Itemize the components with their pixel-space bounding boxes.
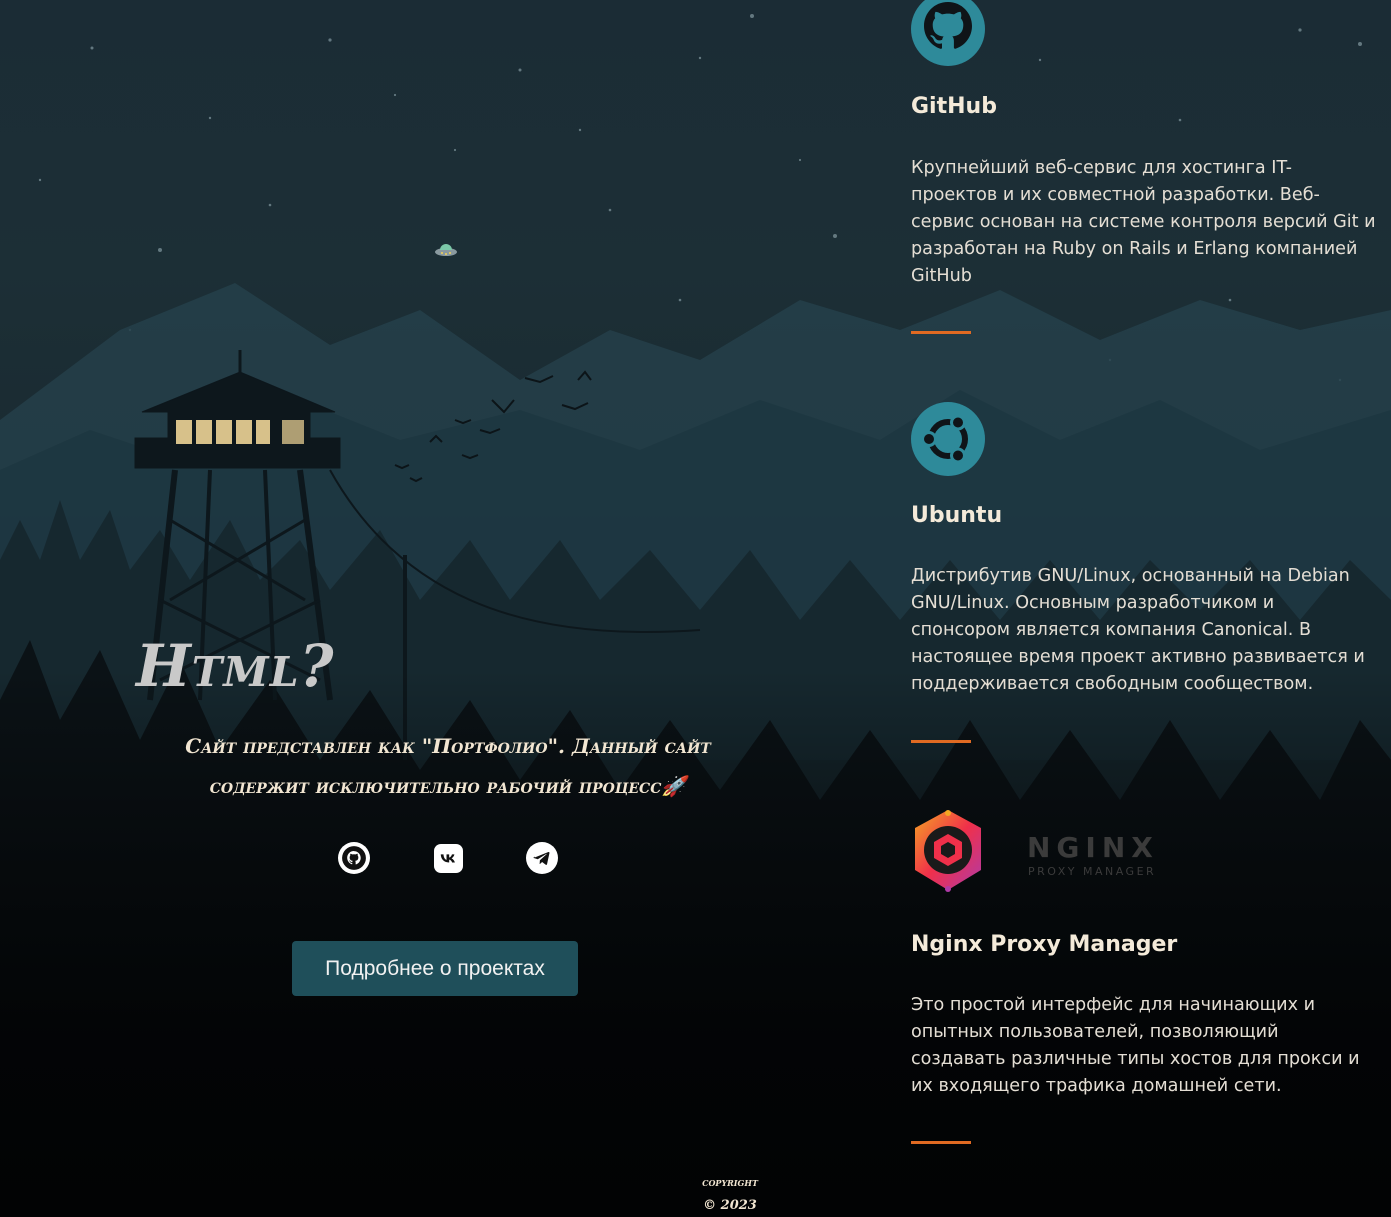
ubuntu-logo-icon xyxy=(911,402,985,480)
telegram-link[interactable] xyxy=(526,842,558,874)
footer-year: © 2023 xyxy=(703,1198,757,1213)
project-title: Nginx Proxy Manager xyxy=(911,932,1178,957)
project-title: Ubuntu xyxy=(911,503,1003,528)
hero-title: Html? xyxy=(136,632,335,700)
github-link[interactable] xyxy=(338,842,370,874)
accent-divider xyxy=(911,1141,971,1144)
github-icon xyxy=(342,846,366,870)
accent-divider xyxy=(911,740,971,743)
project-title: GitHub xyxy=(911,94,997,119)
page: Html? Сайт представлен как "Портфолио". … xyxy=(0,0,1391,1217)
vk-icon xyxy=(440,853,455,862)
accent-divider xyxy=(911,331,971,334)
project-description: Крупнейший веб-сервис для хостинга IT-пр… xyxy=(911,158,1376,286)
more-about-projects-button[interactable]: Подробнее о проектах xyxy=(292,941,578,996)
telegram-icon xyxy=(533,851,550,865)
hero-subtitle: Сайт представлен как "Портфолио". Данный… xyxy=(185,734,711,798)
svg-text:NGINX: NGINX xyxy=(1027,831,1159,864)
project-description: Это простой интерфейс для начинающих и о… xyxy=(911,995,1360,1096)
project-card-nginx-proxy-manager: NGINX PROXY MANAGER Nginx Proxy Manager … xyxy=(911,806,1377,1146)
footer-copyright-label: copyright xyxy=(702,1176,758,1189)
project-card-github: GitHub Крупнейший веб-сервис для хостинг… xyxy=(911,0,1377,340)
github-logo-icon xyxy=(911,0,985,70)
project-description: Дистрибутив GNU/Linux, основанный на Deb… xyxy=(911,566,1365,694)
vk-link[interactable] xyxy=(434,844,463,873)
project-card-ubuntu: Ubuntu Дистрибутив GNU/Linux, основанный… xyxy=(911,402,1377,747)
svg-text:PROXY MANAGER: PROXY MANAGER xyxy=(1028,865,1156,878)
nginx-proxy-manager-logo-icon: NGINX PROXY MANAGER xyxy=(911,806,1161,902)
